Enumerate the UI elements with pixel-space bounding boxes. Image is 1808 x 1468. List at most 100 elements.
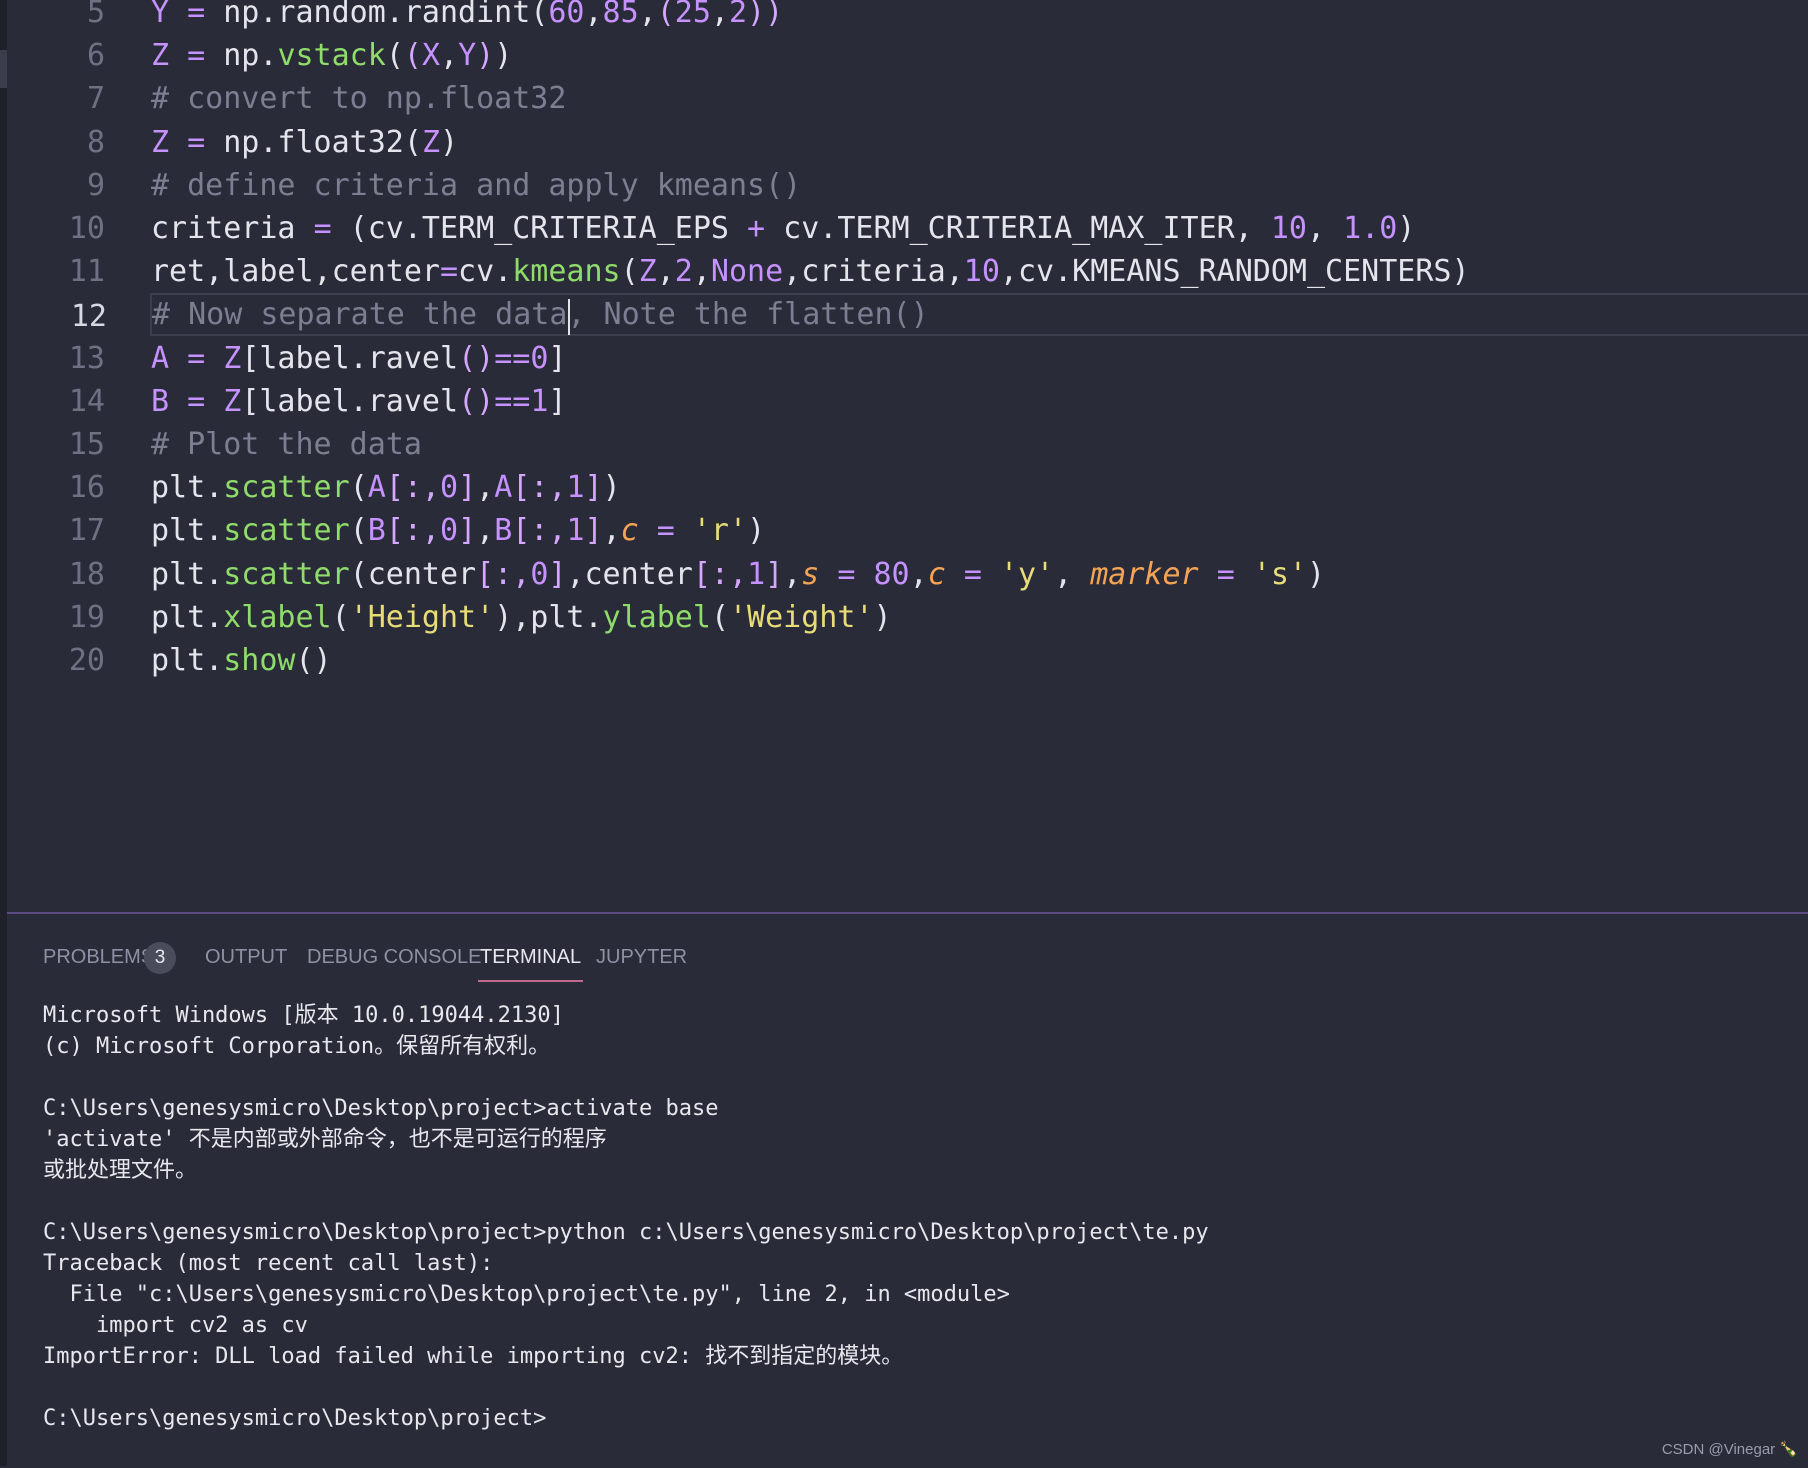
code-token: 'r': [692, 513, 748, 549]
line-number: 11: [68, 254, 105, 290]
code-token: A: [494, 470, 513, 506]
problems-count-badge: 3: [144, 942, 176, 974]
code-text: # define criteria and apply kmeans(): [151, 164, 801, 207]
watermark: CSDN @Vinegar 🍾: [1661, 1441, 1798, 1458]
code-token: (: [656, 0, 675, 30]
code-token: [:,: [512, 470, 567, 506]
code-token: =: [963, 556, 982, 592]
code-token: np.random.randint(: [205, 0, 549, 30]
code-token: (: [403, 38, 422, 74]
code-token: xlabel: [223, 599, 332, 635]
code-editor[interactable]: 5Y = np.random.randint(60,85,(25,2)) 6 Z =…: [7, 0, 1808, 912]
code-line[interactable]: 10 criteria = (cv.TERM_CRITERIA_EPS + cv.…: [7, 207, 1808, 250]
code-token: B: [367, 513, 386, 549]
code-token: 0: [530, 556, 549, 592]
code-line[interactable]: 6Z = np.vstack((X,Y)): [7, 34, 1808, 77]
code-line-current[interactable]: 12 # Now separate the data, Note the flat…: [71, 293, 1808, 337]
code-text: ret,label,center=cv.kmeans(Z,2,None,crit…: [151, 250, 1470, 293]
line-number: 18: [68, 556, 105, 592]
code-token: Z: [638, 254, 657, 290]
tab-debug-console[interactable]: DEBUG CONSOLE: [307, 934, 481, 980]
code-token: vstack: [277, 38, 386, 74]
code-token: c: [927, 556, 946, 592]
code-token: A: [367, 470, 386, 506]
tab-jupyter[interactable]: JUPYTER: [596, 934, 687, 980]
line-number: 8: [86, 124, 105, 160]
code-line[interactable]: 14 B = Z[label.ravel()==1]: [7, 380, 1808, 423]
code-token: ,: [656, 254, 675, 290]
code-line[interactable]: 5Y = np.random.randint(60,85,(25,2)): [7, 0, 1808, 34]
tab-output[interactable]: OUTPUT: [205, 934, 287, 980]
code-text: # Now separate the data, Note the flatte…: [152, 293, 929, 336]
code-token: B: [494, 513, 513, 549]
scroll-marker[interactable]: [0, 50, 7, 88]
code-token: ),plt.: [494, 599, 603, 635]
code-token: ): [476, 38, 495, 74]
code-token: 1: [747, 556, 766, 592]
terminal-line: ImportError: DLL load failed while impor…: [43, 1344, 904, 1369]
code-token: plt.: [151, 470, 224, 506]
code-token: )): [747, 0, 784, 30]
code-text: criteria = (cv.TERM_CRITERIA_EPS + cv.TE…: [151, 207, 1415, 250]
code-token: [label.ravel: [241, 340, 459, 376]
code-token: ): [747, 513, 766, 549]
code-token: Z: [151, 38, 170, 74]
code-line[interactable]: 11 ret,label,center=cv.kmeans(Z,2,None,cr…: [7, 250, 1808, 293]
code-token: Z: [151, 124, 170, 160]
code-line[interactable]: 19 plt.xlabel('Height'),plt.ylabel('Weigh…: [7, 596, 1808, 639]
code-token: 's': [1252, 556, 1307, 592]
code-token: [:,: [476, 556, 531, 592]
tab-problems[interactable]: PROBLEMS: [43, 934, 154, 980]
code-token: 0: [530, 340, 549, 376]
code-line[interactable]: 18 plt.scatter(center[:,0],center[:,1],s …: [7, 553, 1808, 596]
code-token: (): [295, 643, 332, 678]
code-token: ylabel: [602, 599, 711, 635]
code-token: # Now separate the data, Note the flatte…: [152, 297, 929, 333]
code-token: Y: [458, 38, 477, 74]
code-line[interactable]: 17 plt.scatter(B[:,0],B[:,1],c = 'r'): [7, 509, 1808, 552]
terminal-line: C:\Users\genesysmicro\Desktop\project>: [43, 1406, 547, 1431]
code-token: =: [187, 383, 206, 419]
code-token: ]: [584, 470, 603, 506]
code-token: X: [421, 38, 440, 74]
code-token: ]: [548, 340, 567, 376]
code-token: 1: [566, 513, 585, 549]
code-token: ): [602, 470, 621, 506]
code-token: ,center: [566, 556, 693, 592]
bottom-panel: PROBLEMS 3 OUTPUT DEBUG CONSOLE TERMINAL…: [7, 912, 1808, 1468]
code-token: =: [313, 211, 332, 246]
code-token: ,: [602, 513, 621, 549]
code-line[interactable]: 8 Z = np.float32(Z): [7, 121, 1808, 164]
code-line[interactable]: 13 A = Z[label.ravel()==0]: [7, 337, 1808, 380]
code-token: 1: [530, 383, 549, 419]
left-edge: [0, 0, 7, 1466]
code-token: [:,: [385, 470, 440, 506]
terminal-output[interactable]: Microsoft Windows [版本 10.0.19044.2130] (c…: [43, 1000, 1783, 1434]
code-token: 25: [674, 0, 711, 30]
code-text: Z = np.float32(Z): [151, 121, 458, 164]
code-line[interactable]: 9 # define criteria and apply kmeans(): [7, 164, 1808, 207]
code-token: [label.ravel: [241, 383, 459, 419]
code-token: marker: [1090, 556, 1199, 592]
code-line[interactable]: 16 plt.scatter(A[:,0],A[:,1]): [7, 466, 1808, 509]
code-line[interactable]: 20 plt.show(): [7, 639, 1808, 682]
code-token: ,: [1306, 211, 1344, 246]
code-token: (): [458, 340, 495, 376]
code-line[interactable]: 7 # convert to np.float32: [7, 77, 1808, 120]
code-token: =: [187, 340, 206, 376]
code-text: # Plot the data: [151, 423, 422, 466]
line-number: 17: [68, 513, 105, 549]
code-line[interactable]: 15 # Plot the data: [7, 423, 1808, 466]
code-token: Z: [223, 383, 242, 419]
tab-terminal[interactable]: TERMINAL: [478, 934, 584, 982]
